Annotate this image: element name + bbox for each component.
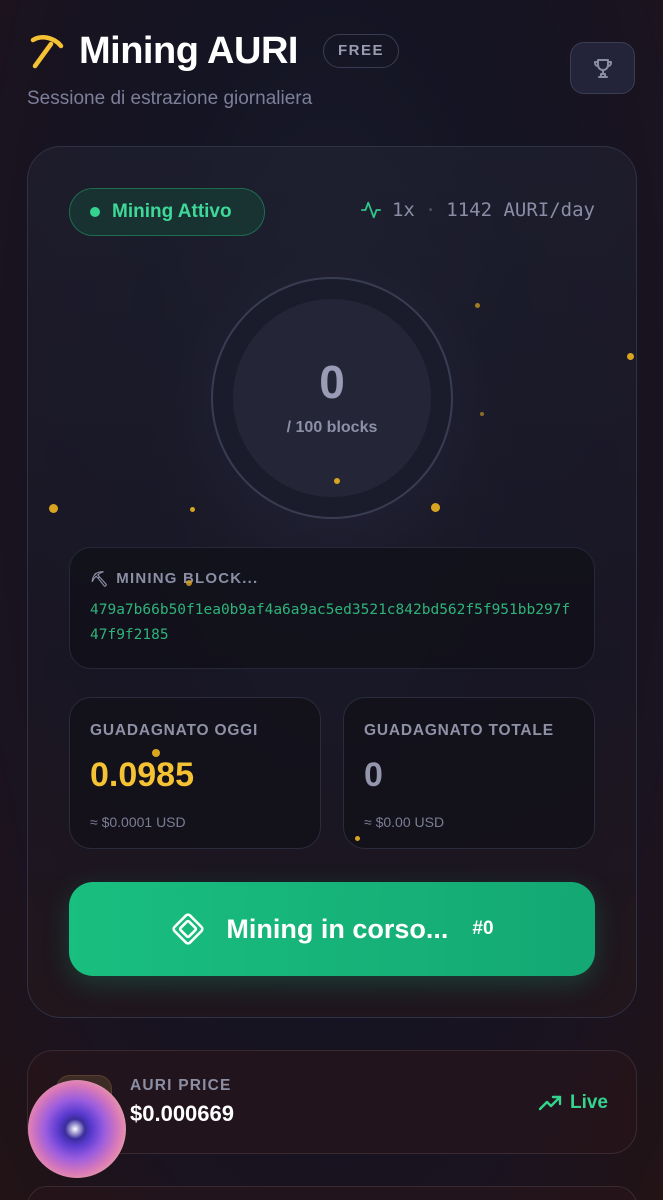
pickaxe-icon — [30, 35, 64, 69]
pickaxe-small-icon: ⛏ — [90, 571, 111, 588]
trophy-icon — [593, 59, 612, 78]
particle — [431, 503, 440, 512]
live-indicator: Live — [538, 1091, 608, 1115]
status-label: Mining Attivo — [112, 201, 232, 222]
live-label: Live — [569, 1092, 608, 1113]
particle — [480, 412, 484, 416]
mining-block-label-row: ⛏ MINING BLOCK... — [90, 570, 574, 588]
particle — [49, 504, 58, 513]
particle — [152, 749, 160, 757]
stat-usd: ≈ $0.0001 USD — [90, 814, 186, 830]
cpu-icon — [172, 913, 205, 945]
mining-rate: 1x · 1142 AURI/day — [360, 199, 595, 221]
stat-label: GUADAGNATO TOTALE — [364, 722, 554, 739]
multiplier: 1x — [391, 199, 415, 221]
blocks-mined: 0 — [319, 356, 345, 408]
rate-separator: · — [424, 199, 437, 221]
particle — [190, 507, 195, 512]
next-card — [27, 1186, 637, 1200]
particle — [475, 303, 480, 308]
blocks-progress-ring: 0 / 100 blocks — [211, 277, 453, 519]
rate-value: 1142 AURI/day — [446, 199, 595, 221]
stat-label: GUADAGNATO OGGI — [90, 722, 259, 739]
mining-block-panel: ⛏ MINING BLOCK... 479a7b66b50f1ea0b9af4a… — [69, 547, 595, 669]
page-subtitle: Sessione di estrazione giornaliera — [27, 88, 313, 109]
stat-value: 0.0985 — [90, 756, 194, 794]
mining-button[interactable]: Mining in corso... #0 — [69, 882, 595, 976]
header: Mining AURI FREE Sessione di estrazione … — [27, 30, 637, 120]
leaderboard-button[interactable] — [570, 42, 635, 94]
mining-button-counter: #0 — [472, 918, 494, 939]
status-dot — [90, 207, 100, 217]
plan-badge: FREE — [323, 34, 400, 68]
price-label: AURI PRICE — [130, 1077, 232, 1094]
mining-button-label: Mining in corso... — [226, 913, 449, 944]
activity-icon — [360, 201, 382, 219]
price-value: $0.000669 — [130, 1101, 234, 1126]
mining-status-badge: Mining Attivo — [69, 188, 265, 236]
blocks-counter: 0 / 100 blocks — [233, 299, 431, 497]
trending-up-icon — [538, 1095, 562, 1111]
assistant-floating-button[interactable] — [28, 1080, 126, 1178]
particle — [334, 478, 340, 484]
page-title: Mining AURI — [79, 30, 298, 72]
stat-value: 0 — [364, 756, 383, 794]
particle — [186, 580, 192, 586]
blocks-total: / 100 blocks — [286, 419, 378, 436]
block-hash: 479a7b66b50f1ea0b9af4a6a9ac5ed3521c842bd… — [90, 602, 571, 643]
particle — [627, 353, 634, 360]
stat-usd: ≈ $0.00 USD — [364, 814, 445, 830]
stat-earned-today: GUADAGNATO OGGI 0.0985 ≈ $0.0001 USD — [69, 697, 321, 849]
mining-card: Mining Attivo 1x · 1142 AURI/day 0 / 100… — [27, 146, 637, 1018]
particle — [355, 836, 360, 841]
stat-earned-total: GUADAGNATO TOTALE 0 ≈ $0.00 USD — [343, 697, 595, 849]
